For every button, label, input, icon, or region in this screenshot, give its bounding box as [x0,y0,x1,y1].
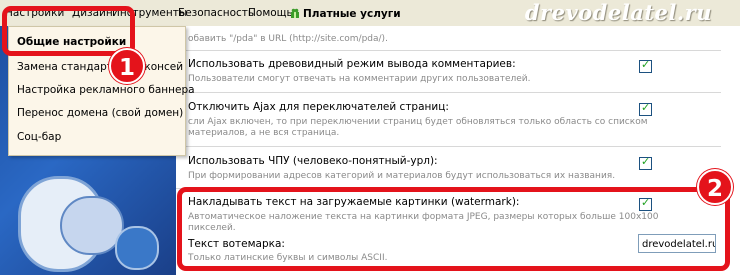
row-divider [176,146,721,147]
chpu-checkbox[interactable] [639,155,652,170]
dropdown-item-banner-settings[interactable]: Настройка рекламного баннера [17,84,195,96]
ajax-off-label: Отключить Ajax для переключателей страни… [188,101,449,113]
callout-number-1: 1 [109,48,145,84]
paid-services-label: Платные услуги [303,8,401,20]
dropdown-item-icon-replace[interactable]: Замена стандартных иконсей [17,61,183,73]
ajax-off-hint-1: сли Ajax включен, то при переключении ст… [188,117,648,127]
menu-security[interactable]: Безопасность [178,7,254,19]
menu-help[interactable]: Помощь [248,7,293,19]
site-brand-watermark: drevodelatel.ru [524,0,712,25]
row-divider [176,50,721,51]
tree-comments-hint: Пользователи смогут отвечать на коммента… [188,74,531,84]
dropdown-item-domain-transfer[interactable]: Перенос домена (свой домен) [17,107,183,119]
callout-number-2: 2 [697,169,733,205]
dropdown-item-social-bar[interactable]: Соц-бар [17,131,61,143]
highlight-box-watermark [177,187,730,271]
pda-hint: обавить "/pda" в URL (http://site.com/pd… [188,34,388,44]
ajax-off-checkbox[interactable] [639,101,652,116]
tree-comments-checkbox[interactable] [639,58,652,73]
gift-icon [291,8,299,18]
highlight-box-general-settings [2,6,135,56]
chpu-label: Использовать ЧПУ (человеко-понятный-урл)… [188,155,438,167]
decor-shape [115,226,159,270]
row-divider [176,92,721,93]
menu-paid-services[interactable]: Платные услуги [290,7,401,20]
tree-comments-label: Использовать древовидный режим вывода ко… [188,58,516,70]
chpu-hint: При формировании адресов категорий и мат… [188,171,616,181]
ajax-off-hint-2: материалов, а не вся страница. [188,128,340,138]
